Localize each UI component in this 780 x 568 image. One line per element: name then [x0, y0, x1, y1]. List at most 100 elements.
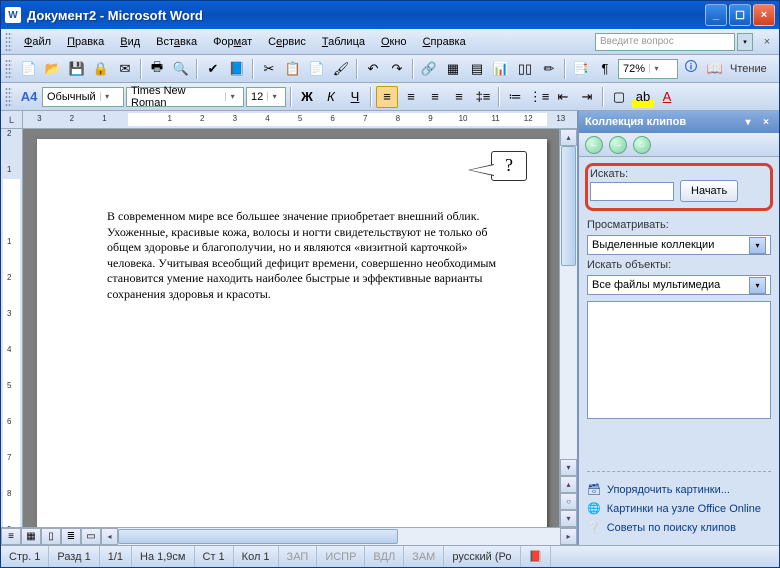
columns-icon[interactable]: ▯▯	[514, 58, 536, 80]
fontsize-combo[interactable]: 12▾	[246, 87, 286, 107]
italic-icon[interactable]: К	[320, 86, 342, 108]
spellcheck-icon[interactable]: ✔	[202, 58, 224, 80]
mail-icon[interactable]: ✉	[114, 58, 136, 80]
align-justify-icon[interactable]: ≡	[448, 86, 470, 108]
reading-icon[interactable]: 📖	[704, 58, 726, 80]
document-text[interactable]: В современном мире все большее значение …	[107, 209, 497, 303]
toolbar-grip[interactable]	[5, 32, 12, 52]
help-dropdown-icon[interactable]: ▾	[737, 33, 753, 51]
menu-insert[interactable]: Вставка	[148, 33, 205, 51]
toolbar-grip[interactable]	[5, 87, 12, 107]
cut-icon[interactable]: ✂	[258, 58, 280, 80]
paste-icon[interactable]: 📄	[306, 58, 328, 80]
status-fix[interactable]: ИСПР	[317, 546, 365, 567]
style-combo[interactable]: Обычный▾	[42, 87, 124, 107]
research-icon[interactable]: 📘	[226, 58, 248, 80]
menu-help[interactable]: Справка	[415, 33, 474, 51]
scroll-right-icon[interactable]: ▸	[560, 528, 577, 545]
menu-format[interactable]: Формат	[205, 33, 260, 51]
menu-file[interactable]: Файл	[16, 33, 59, 51]
vertical-ruler[interactable]: 211234567891011	[1, 129, 23, 527]
underline-icon[interactable]: Ч	[344, 86, 366, 108]
copy-icon[interactable]: 📋	[282, 58, 304, 80]
help-icon[interactable]: 🛈	[680, 58, 702, 80]
status-rec[interactable]: ЗАП	[279, 546, 318, 567]
drawing-icon[interactable]: ✏	[538, 58, 560, 80]
highlight-icon[interactable]: ab	[632, 86, 654, 108]
redo-icon[interactable]: ↷	[386, 58, 408, 80]
align-right-icon[interactable]: ≡	[424, 86, 446, 108]
browse-select[interactable]: Выделенные коллекции▾	[587, 235, 771, 255]
reading-view-icon[interactable]: ▭	[81, 528, 101, 545]
search-input[interactable]	[590, 182, 674, 201]
horizontal-ruler[interactable]: 32112345678910111213	[23, 111, 577, 129]
taskpane-dropdown-icon[interactable]: ▾	[741, 115, 755, 129]
save-icon[interactable]: 💾	[66, 58, 88, 80]
status-book-icon[interactable]: 📕	[521, 546, 552, 567]
hscroll-thumb[interactable]	[118, 529, 398, 544]
show-marks-icon[interactable]: ¶	[594, 58, 616, 80]
format-painter-icon[interactable]: 🖌	[330, 58, 352, 80]
open-icon[interactable]: 📂	[42, 58, 64, 80]
excel-icon[interactable]: 📊	[490, 58, 512, 80]
print-view-icon[interactable]: ▯	[41, 528, 61, 545]
tips-link[interactable]: ❔Советы по поиску клипов	[587, 518, 771, 537]
browse-object-icon[interactable]: ○	[560, 493, 577, 510]
numbering-icon[interactable]: ≔	[504, 86, 526, 108]
online-link[interactable]: 🌐Картинки на узле Office Online	[587, 499, 771, 518]
status-ovr[interactable]: ЗАМ	[404, 546, 444, 567]
organize-link[interactable]: 🗃Упорядочить картинки...	[587, 480, 771, 499]
line-spacing-icon[interactable]: ‡≡	[472, 86, 494, 108]
undo-icon[interactable]: ↶	[362, 58, 384, 80]
hyperlink-icon[interactable]: 🔗	[418, 58, 440, 80]
menu-edit[interactable]: Правка	[59, 33, 112, 51]
minimize-button[interactable]: _	[705, 4, 727, 26]
font-combo[interactable]: Times New Roman▾	[126, 87, 244, 107]
help-search-input[interactable]: Введите вопрос	[595, 33, 735, 51]
font-color-icon[interactable]: A	[656, 86, 678, 108]
preview-icon[interactable]: 🔍	[170, 58, 192, 80]
document-page[interactable]: В современном мире все большее значение …	[37, 139, 547, 527]
bold-icon[interactable]: Ж	[296, 86, 318, 108]
prev-page-icon[interactable]: ▴	[560, 476, 577, 493]
web-view-icon[interactable]: ▦	[21, 528, 41, 545]
tables-borders-icon[interactable]: ▦	[442, 58, 464, 80]
style-indicator-icon[interactable]: A4	[18, 86, 40, 108]
scroll-up-icon[interactable]: ▴	[560, 129, 577, 146]
menu-window[interactable]: Окно	[373, 33, 415, 51]
permissions-icon[interactable]: 🔒	[90, 58, 112, 80]
document-map-icon[interactable]: 📑	[570, 58, 592, 80]
nav-home-icon[interactable]: ⌂	[633, 136, 651, 154]
indent-icon[interactable]: ⇥	[576, 86, 598, 108]
nav-forward-icon[interactable]: →	[609, 136, 627, 154]
scroll-down-icon[interactable]: ▾	[560, 459, 577, 476]
menu-view[interactable]: Вид	[112, 33, 148, 51]
normal-view-icon[interactable]: ≡	[1, 528, 21, 545]
next-page-icon[interactable]: ▾	[560, 510, 577, 527]
vertical-scrollbar[interactable]: ▴ ▾ ▴ ○ ▾	[559, 129, 577, 527]
scroll-thumb[interactable]	[561, 146, 576, 266]
outline-view-icon[interactable]: ≣	[61, 528, 81, 545]
reading-label[interactable]: Чтение	[730, 63, 767, 75]
borders-icon[interactable]: ▢	[608, 86, 630, 108]
menu-table[interactable]: Таблица	[314, 33, 373, 51]
outdent-icon[interactable]: ⇤	[552, 86, 574, 108]
scroll-left-icon[interactable]: ◂	[101, 528, 118, 545]
bullets-icon[interactable]: ⋮≡	[528, 86, 550, 108]
nav-back-icon[interactable]: ←	[585, 136, 603, 154]
align-left-icon[interactable]: ≡	[376, 86, 398, 108]
status-lang[interactable]: русский (Ро	[444, 546, 520, 567]
print-icon[interactable]: 🖶	[146, 58, 168, 80]
new-doc-icon[interactable]: 📄	[18, 58, 40, 80]
start-button[interactable]: Начать	[680, 180, 738, 202]
horizontal-scrollbar[interactable]: ◂ ▸	[101, 528, 577, 545]
status-ext[interactable]: ВДЛ	[365, 546, 404, 567]
zoom-combo[interactable]: 72%▾	[618, 59, 678, 79]
objects-select[interactable]: Все файлы мультимедиа▾	[587, 275, 771, 295]
align-center-icon[interactable]: ≡	[400, 86, 422, 108]
menu-close-icon[interactable]: ×	[759, 34, 775, 50]
close-button[interactable]: ×	[753, 4, 775, 26]
insert-table-icon[interactable]: ▤	[466, 58, 488, 80]
menu-service[interactable]: Сервис	[260, 33, 314, 51]
maximize-button[interactable]: ☐	[729, 4, 751, 26]
